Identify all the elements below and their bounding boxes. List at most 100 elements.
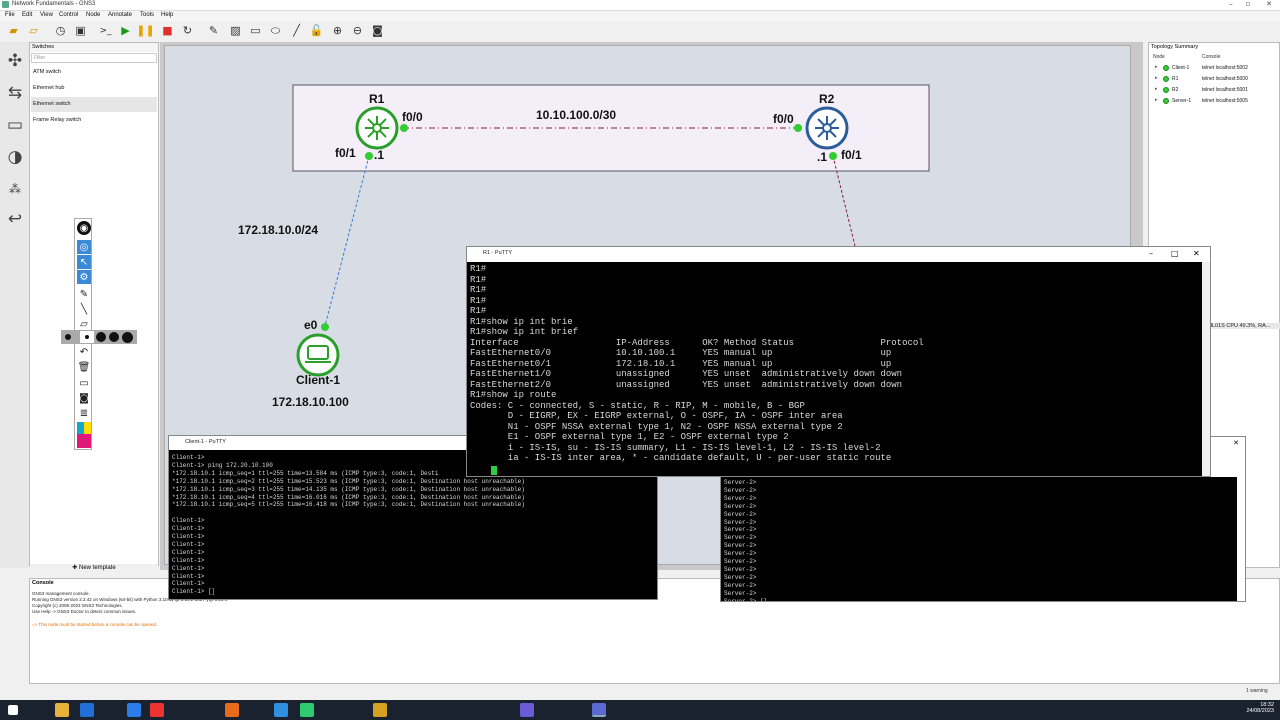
console-title: Console (32, 580, 54, 586)
color-swatch-magenta[interactable] (77, 434, 91, 448)
app-red-icon[interactable] (150, 703, 164, 717)
r1-putty-title: R1 - PuTTY (467, 247, 1210, 261)
switch-item-ethernet[interactable]: Ethernet switch (31, 97, 157, 112)
menu-tools[interactable]: Tools (140, 12, 154, 18)
add-link-icon[interactable]: ↩ (3, 208, 27, 230)
menu-node[interactable]: Node (86, 12, 100, 18)
menu-view[interactable]: View (40, 12, 53, 18)
security-devices-icon[interactable]: ◑ (3, 146, 27, 168)
vscode-icon[interactable] (274, 703, 288, 717)
filter-input[interactable]: Filter (31, 53, 157, 63)
topology-row[interactable]: ▸ Client-1 telnet localhost:5002 (1149, 63, 1279, 74)
zoom-in-icon[interactable]: ⊕ (330, 23, 345, 38)
topology-row[interactable]: ▸ Server-1 telnet localhost:5005 (1149, 96, 1279, 107)
app-purple-icon[interactable] (520, 703, 534, 717)
folder-icon[interactable] (373, 703, 387, 717)
eraser-icon[interactable]: ▱ (77, 317, 91, 331)
draw-ellipse-icon[interactable]: ⬭ (268, 23, 283, 38)
add-note-icon[interactable]: ✎ (206, 23, 221, 38)
terminal-line: R1#show ip int brie (470, 316, 573, 327)
close-button[interactable]: ✕ (1262, 0, 1276, 8)
menu-annotate[interactable]: Annotate (108, 12, 132, 18)
outlook-icon[interactable] (80, 703, 94, 717)
camera-tool-icon[interactable]: ◙ (77, 391, 91, 405)
col-node[interactable]: Node (1153, 54, 1165, 60)
start-icon[interactable] (8, 705, 18, 715)
client-ip-label[interactable]: 172.18.10.100 (272, 395, 349, 409)
insert-picture-icon[interactable]: ▨ (228, 23, 243, 38)
warning-count[interactable]: 1 warning (1246, 688, 1268, 694)
pause-all-icon[interactable]: ❚❚ (136, 23, 154, 38)
eye-icon[interactable]: ◎ (77, 240, 91, 254)
router-r2-label[interactable]: R2 (819, 92, 834, 106)
stop-all-icon[interactable]: ■ (160, 23, 175, 38)
r1-terminal[interactable]: R1# R1# R1# R1# R1# R1#show ip int brie R1#sho… (467, 262, 1202, 476)
minimize-button[interactable]: – (1224, 0, 1238, 8)
reload-all-icon[interactable]: ↻ (180, 23, 195, 38)
r1-minimize-button[interactable]: – (1149, 249, 1153, 258)
gns3-taskbar-icon[interactable] (592, 703, 606, 717)
pen-icon[interactable]: ✎ (77, 287, 91, 301)
end-devices-icon[interactable]: ▭ (3, 114, 27, 136)
topology-row[interactable]: ▸ R1 telnet localhost:5000 (1149, 74, 1279, 85)
status-text: HL01S CPU 49.3%, RA... (1208, 323, 1280, 329)
menu-control[interactable]: Control (59, 12, 78, 18)
explorer-icon[interactable] (55, 703, 69, 717)
routers-icon[interactable]: ✣ (3, 50, 27, 72)
switches-icon[interactable]: ⇆ (3, 82, 27, 104)
pin-icon[interactable]: ◉ (77, 221, 91, 235)
app-orange-icon[interactable] (225, 703, 239, 717)
client-1-label[interactable]: Client-1 (296, 373, 340, 387)
monitor-icon[interactable]: ▭ (77, 376, 91, 390)
start-all-icon[interactable]: ▶ (118, 23, 133, 38)
width-5-option[interactable] (122, 332, 133, 343)
switch-item-frame-relay[interactable]: Frame Relay switch (31, 113, 157, 128)
undo-icon[interactable]: ↶ (77, 345, 91, 359)
width-1-option[interactable] (65, 334, 71, 340)
trash-icon[interactable]: 🗑 (77, 360, 91, 374)
server-close-icon[interactable]: ✕ (1233, 439, 1239, 447)
menu-file[interactable]: File (5, 12, 15, 18)
switch-item-hub[interactable]: Ethernet hub (31, 81, 157, 96)
chrome-icon[interactable] (300, 703, 314, 717)
console-all-icon[interactable]: >_ (98, 23, 113, 38)
draw-rectangle-icon[interactable]: ▭ (248, 23, 263, 38)
node-name: Server-1 (1172, 98, 1192, 104)
width-4-option[interactable] (109, 332, 119, 342)
terminal-line: Server-2> (724, 581, 757, 589)
r1-maximize-button[interactable]: □ (1171, 249, 1179, 258)
router-r1-label[interactable]: R1 (369, 92, 384, 106)
terminal-line: *172.18.10.1 icmp_seq=1 ttl=255 time=13.… (172, 469, 439, 477)
maximize-button[interactable]: ▫ (1241, 0, 1255, 8)
new-project-icon[interactable]: ▰ (6, 23, 21, 38)
camera-icon[interactable]: ◙ (370, 23, 385, 38)
lock-icon[interactable]: 🔓 (309, 23, 324, 38)
new-template-button[interactable]: ✚ New template (30, 564, 158, 576)
switch-item-atm[interactable]: ATM switch (31, 65, 157, 80)
link-subnet-label[interactable]: 10.10.100.0/30 (536, 108, 616, 122)
menu-edit[interactable]: Edit (22, 12, 32, 18)
col-console[interactable]: Console (1202, 54, 1220, 60)
lan-subnet-label[interactable]: 172.18.10.0/24 (238, 223, 318, 237)
settings-icon[interactable]: ⚙ (77, 270, 91, 284)
r1-f01-label: f0/1 (335, 146, 356, 160)
width-selected-option[interactable] (80, 331, 94, 343)
server-terminal[interactable]: Server-2> Server-2> Server-2> Server-2> Serv… (721, 477, 1237, 601)
terminal-line: Server-2> (724, 494, 757, 502)
screenshot-icon[interactable]: ▣ (73, 23, 88, 38)
teams-icon[interactable] (127, 703, 141, 717)
line-tool-icon[interactable]: ╲ (77, 302, 91, 316)
r1-scrollbar[interactable] (1202, 262, 1210, 476)
draw-line-icon[interactable]: ╱ (289, 23, 304, 38)
menu-help[interactable]: Help (161, 12, 173, 18)
zoom-out-icon[interactable]: ⊖ (350, 23, 365, 38)
width-3-option[interactable] (96, 332, 106, 342)
r1-close-button[interactable]: ✕ (1193, 249, 1200, 258)
all-devices-icon[interactable]: ⁂ (3, 178, 27, 200)
topology-row[interactable]: ▸ R2 telnet localhost:5001 (1149, 85, 1279, 96)
notes-icon[interactable]: ≣ (77, 406, 91, 420)
r1-putty-window[interactable]: R1 - PuTTY – □ ✕ R1# R1# R1# R1# R1# R1#show … (466, 246, 1211, 477)
open-project-icon[interactable]: ▱ (26, 23, 41, 38)
pointer-icon[interactable]: ↖ (77, 255, 91, 269)
snapshot-icon[interactable]: ◷ (53, 23, 68, 38)
